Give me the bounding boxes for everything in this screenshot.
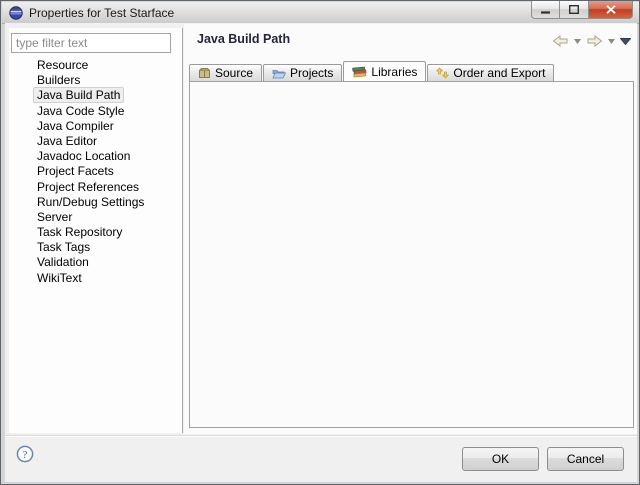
sidebar-item-task-repository[interactable]: Task Repository [9, 225, 181, 240]
sidebar-item-label: Project Facets [33, 163, 118, 179]
tab-projects[interactable]: Projects [263, 64, 342, 81]
help-icon: ? [16, 445, 34, 463]
package-icon [198, 67, 211, 79]
ok-button[interactable]: OK [462, 447, 539, 471]
order-export-icon [436, 67, 449, 79]
svg-text:?: ? [23, 449, 28, 461]
sidebar-item-label: Java Editor [33, 133, 101, 149]
sidebar-item-label: Java Compiler [33, 118, 118, 134]
sidebar-item-java-compiler[interactable]: Java Compiler [9, 119, 181, 134]
library-books-icon [352, 66, 367, 78]
tab-label: Libraries [371, 65, 417, 79]
sidebar-nav: ResourceBuildersJava Build PathJava Code… [9, 58, 181, 286]
sidebar-item-validation[interactable]: Validation [9, 255, 181, 270]
sidebar-item-label: Validation [33, 254, 93, 270]
sidebar-item-resource[interactable]: Resource [9, 58, 181, 73]
sidebar-item-label: Java Code Style [33, 103, 128, 119]
sidebar-item-project-references[interactable]: Project References [9, 180, 181, 195]
sidebar-item-java-code-style[interactable]: Java Code Style [9, 104, 181, 119]
minimize-icon [541, 3, 550, 17]
sidebar-item-label: Project References [33, 179, 143, 195]
sidebar-item-label: Java Build Path [33, 87, 124, 103]
tab-order-and-export[interactable]: Order and Export [427, 64, 554, 81]
sidebar-item-label: Server [33, 209, 76, 225]
sidebar-item-server[interactable]: Server [9, 210, 181, 225]
tab-label: Source [215, 66, 253, 80]
close-icon [606, 3, 616, 17]
forward-menu-caret-icon[interactable] [608, 39, 615, 44]
filter-input[interactable] [11, 33, 171, 53]
minimize-button[interactable] [531, 1, 560, 19]
properties-dialog: Properties for Test Starface ResourceBui… [0, 0, 640, 485]
back-arrow-icon[interactable] [552, 34, 569, 48]
tab-source[interactable]: Source [189, 64, 262, 81]
sidebar-item-label: Javadoc Location [33, 148, 134, 164]
sidebar-item-wikitext[interactable]: WikiText [9, 271, 181, 286]
sidebar-item-project-facets[interactable]: Project Facets [9, 164, 181, 179]
sidebar-item-task-tags[interactable]: Task Tags [9, 240, 181, 255]
forward-arrow-icon[interactable] [586, 34, 603, 48]
eclipse-icon [9, 6, 23, 20]
sidebar-item-java-build-path[interactable]: Java Build Path [9, 88, 181, 103]
titlebar[interactable]: Properties for Test Starface [2, 2, 639, 24]
sidebar-item-label: Builders [33, 72, 84, 88]
sidebar-item-label: Run/Debug Settings [33, 194, 148, 210]
page-title: Java Build Path [197, 32, 290, 46]
view-menu-icon[interactable] [620, 38, 631, 45]
back-menu-caret-icon[interactable] [574, 39, 581, 44]
tab-libraries[interactable]: Libraries [343, 61, 426, 81]
sidebar-item-label: WikiText [33, 270, 86, 286]
history-nav [552, 34, 631, 48]
maximize-icon [569, 3, 579, 17]
tab-label: Order and Export [453, 66, 545, 80]
window-controls [531, 1, 633, 19]
maximize-button[interactable] [560, 1, 588, 19]
help-button[interactable]: ? [16, 445, 34, 463]
folder-open-icon [272, 68, 286, 79]
window-title: Properties for Test Starface [29, 6, 174, 20]
sidebar-item-label: Task Repository [33, 224, 126, 240]
sidebar-item-run-debug-settings[interactable]: Run/Debug Settings [9, 195, 181, 210]
sidebar-item-java-editor[interactable]: Java Editor [9, 134, 181, 149]
sidebar-item-builders[interactable]: Builders [9, 73, 181, 88]
tabbar: Source Projects Libraries Order and Export [189, 62, 555, 81]
cancel-button[interactable]: Cancel [547, 447, 624, 471]
close-button[interactable] [588, 1, 633, 19]
sidebar-item-javadoc-location[interactable]: Javadoc Location [9, 149, 181, 164]
tab-label: Projects [290, 66, 333, 80]
footer-separator [5, 435, 637, 437]
sidebar-item-label: Resource [33, 57, 92, 73]
tab-content-panel [189, 81, 634, 428]
sidebar-item-label: Task Tags [33, 239, 94, 255]
